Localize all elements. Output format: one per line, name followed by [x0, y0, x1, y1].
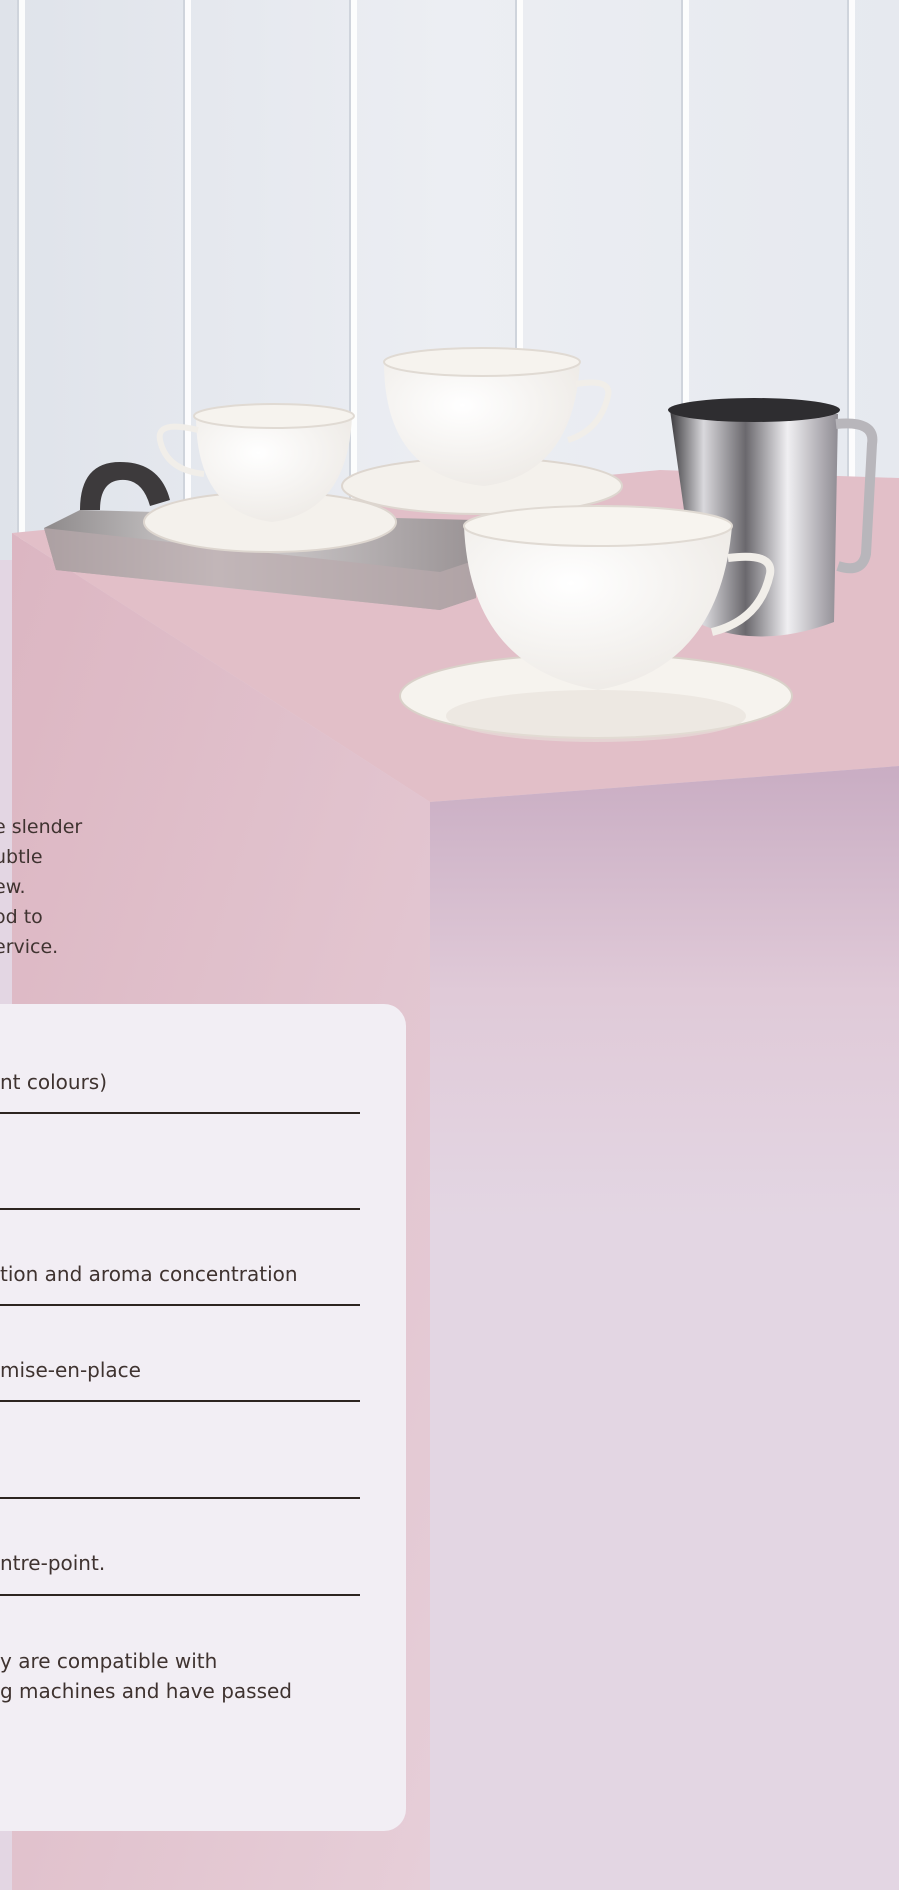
intro-line: ew.	[0, 876, 26, 898]
care-note: y are compatible with g machines and hav…	[0, 1646, 292, 1706]
intro-line: ervice.	[0, 936, 59, 958]
intro-line: ubtle	[0, 846, 43, 868]
intro-text: e slender ubtle ew. od to ervice.	[0, 812, 114, 962]
divider	[0, 1594, 360, 1596]
divider	[0, 1112, 360, 1114]
divider	[0, 1304, 360, 1306]
divider	[0, 1497, 360, 1499]
divider	[0, 1400, 360, 1402]
spec-row: tion and aroma concentration	[0, 1262, 298, 1286]
intro-line: e slender	[0, 816, 83, 838]
specs-panel: nt colours) tion and aroma concentration…	[0, 1004, 406, 1831]
intro-line: od to	[0, 906, 43, 928]
divider	[0, 1208, 360, 1210]
spec-row: ntre-point.	[0, 1551, 106, 1575]
care-note-line: g machines and have passed	[0, 1679, 292, 1703]
spec-row: nt colours)	[0, 1070, 108, 1094]
spec-row: mise-en-place	[0, 1358, 141, 1382]
care-note-line: y are compatible with	[0, 1649, 218, 1673]
